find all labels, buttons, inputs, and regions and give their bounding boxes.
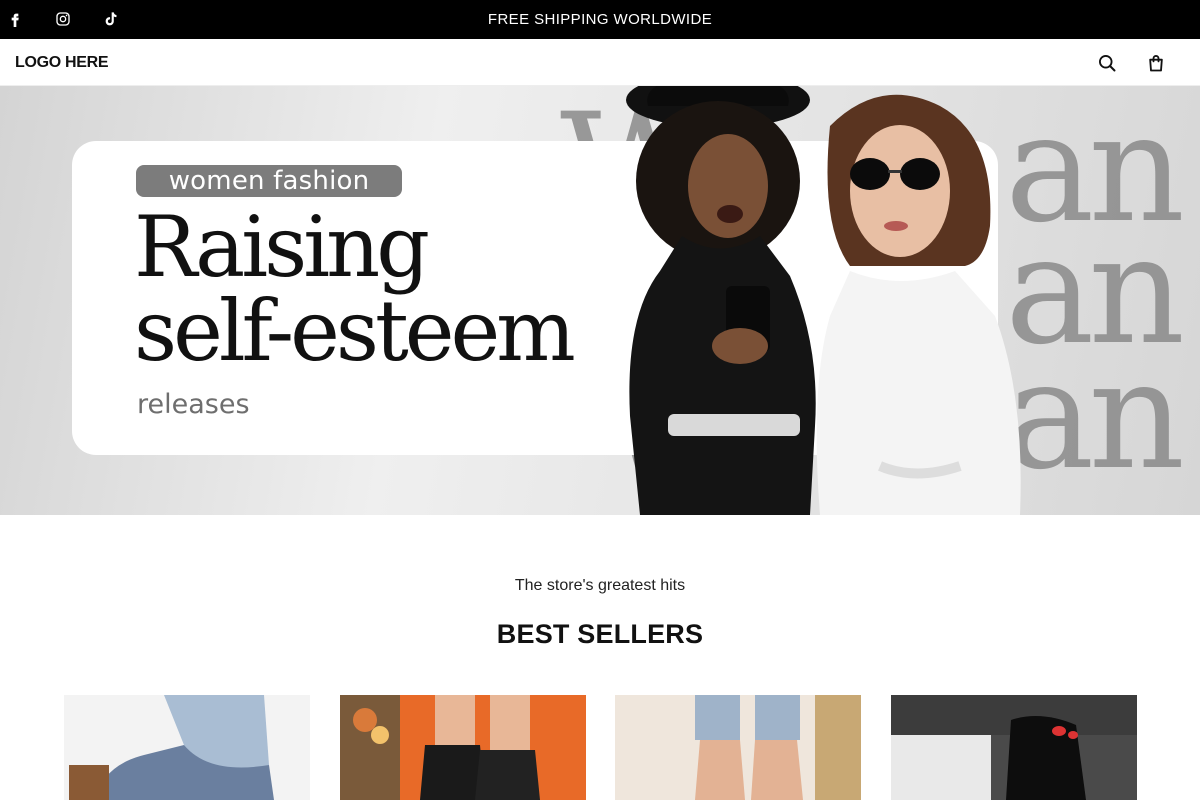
hero-banner[interactable]: W an an an W women fashion Raising self-… (0, 86, 1200, 515)
product-card[interactable] (615, 695, 861, 800)
product-grid (0, 695, 1200, 800)
search-icon[interactable] (1096, 52, 1118, 74)
product-image[interactable] (340, 695, 586, 800)
product-card[interactable] (64, 695, 310, 800)
product-card[interactable] (340, 695, 586, 800)
product-image[interactable] (615, 695, 861, 800)
hero-headline-line2: self-esteem (134, 282, 576, 380)
section-title: BEST SELLERS (496, 619, 704, 649)
announcement-bar: FREE SHIPPING WORLDWIDE (0, 0, 1200, 39)
product-image[interactable] (64, 695, 310, 800)
section-subtitle: The store's greatest hits (514, 577, 686, 594)
product-card[interactable] (891, 695, 1137, 800)
site-header: LOGO HERE (0, 39, 1200, 86)
product-image[interactable] (891, 695, 1137, 800)
announcement-text: FREE SHIPPING WORLDWIDE (487, 11, 713, 28)
hero-model-image (816, 94, 1021, 515)
cart-icon[interactable] (1145, 52, 1167, 74)
hero-tag: women fashion (136, 165, 402, 197)
logo[interactable]: LOGO HERE (15, 39, 109, 86)
hero-caption: releases (137, 389, 250, 420)
